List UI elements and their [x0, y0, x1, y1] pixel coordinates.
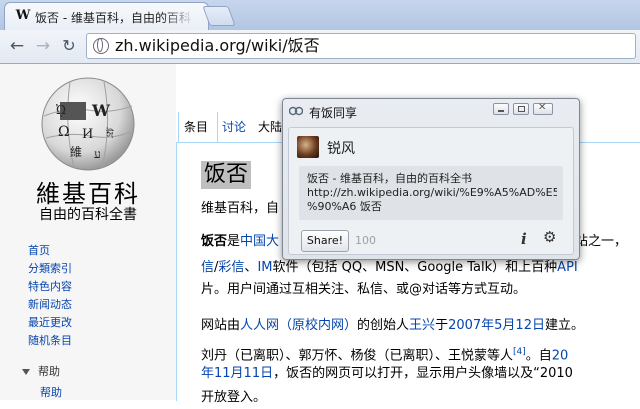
reload-icon[interactable]: ↻: [58, 35, 80, 57]
sidebar-item-random[interactable]: 随机条目: [28, 332, 72, 350]
url-text[interactable]: zh.wikipedia.org/wiki/饭否: [115, 35, 320, 57]
tab-article[interactable]: 条目: [184, 118, 208, 135]
link[interactable]: 年11月11日: [201, 366, 273, 381]
text: 网站由: [201, 318, 241, 333]
wikipedia-favicon-icon: W: [15, 8, 31, 23]
sidebar-item-help[interactable]: 帮助: [40, 384, 62, 400]
article-subtitle: 维基百科，自: [201, 201, 280, 216]
sidebar-nav: 首页 分類索引 特色内容 新闻动态 最近更改 随机条目: [28, 242, 72, 350]
text: 建立。: [544, 318, 584, 333]
back-arrow-icon[interactable]: ←: [6, 35, 28, 57]
svg-text:И: И: [82, 127, 93, 142]
tab-variant[interactable]: 大陆: [258, 118, 282, 135]
address-bar[interactable]: zh.wikipedia.org/wiki/饭否: [86, 33, 636, 59]
paragraph-2-line-1: 网站由人人网（原校内网）的创始人王兴于2007年5月12日建立。: [201, 315, 584, 337]
globe-icon: [93, 38, 109, 54]
char-count: 100: [355, 234, 376, 247]
maximize-button[interactable]: [513, 103, 529, 115]
link[interactable]: 2007年5月12日: [448, 318, 545, 333]
link[interactable]: 信: [201, 260, 214, 275]
paragraph-1-line-2: 信/彩信、IM软件（包括 QQ、MSN、Google Talk）和上百种API: [201, 257, 578, 279]
paragraph-2-line-4: 开放登入。: [201, 390, 267, 405]
text: 、: [244, 260, 258, 275]
tab-title: 饭否 - 维基百科，自由的百科: [35, 11, 191, 25]
share-button[interactable]: Share!: [301, 230, 349, 252]
page-title: 饭否: [201, 161, 252, 189]
message-text[interactable]: 饭否 - 维基百科，自由的百科全书 http://zh.wikipedia.or…: [307, 172, 557, 214]
tab-strip: W 饭否 - 维基百科，自由的百科: [0, 0, 640, 30]
info-icon[interactable]: i: [521, 230, 533, 248]
forward-arrow-icon[interactable]: →: [32, 35, 54, 57]
link[interactable]: 人人网（原校内网）: [240, 318, 357, 333]
svg-text:維: 維: [70, 145, 82, 159]
sidebar-item-news[interactable]: 新闻动态: [28, 296, 72, 314]
username: 锐风: [327, 141, 355, 157]
minimize-button[interactable]: [493, 103, 509, 115]
text: 的创始人: [357, 318, 410, 333]
sidebar-help-heading[interactable]: 帮助: [22, 363, 60, 379]
text: 是: [227, 234, 241, 249]
share-popup-window: 有饭同享 锐风 饭否 - 维基百科，自由的百科全书 http://zh.wiki…: [282, 98, 580, 260]
link[interactable]: IM: [257, 260, 272, 275]
svg-text:Ω: Ω: [58, 124, 70, 140]
link[interactable]: API: [557, 260, 578, 275]
collapse-triangle-icon: [22, 369, 30, 375]
browser-toolbar: ← → ↻ zh.wikipedia.org/wiki/饭否: [0, 30, 640, 64]
text: 。自: [525, 348, 552, 364]
sidebar-item-home[interactable]: 首页: [28, 242, 72, 260]
popup-title: 有饭同享: [309, 106, 358, 120]
browser-tab[interactable]: W 饭否 - 维基百科，自由的百科: [4, 2, 209, 30]
link[interactable]: 中国大: [240, 234, 279, 249]
sidebar-item-featured[interactable]: 特色内容: [28, 278, 72, 296]
popup-titlebar[interactable]: 有饭同享: [283, 99, 579, 123]
paragraph-2-line-3: 年11月11日，饭否的网页可以打开，显示用户头像墙以及“2010: [201, 363, 573, 385]
paragraph-1-line-3: 片。用户间通过互相关注、私信、或@对话等方式互动。: [201, 282, 527, 297]
link[interactable]: 王兴: [409, 318, 435, 333]
share-logo-icon: [289, 106, 303, 116]
link[interactable]: 20: [552, 348, 569, 363]
close-button[interactable]: [533, 102, 553, 115]
wiki-sidebar: ᾨ W Ω И ঈ 維 ע 維基百科 自由的百科全書 首页 分類索引 特色内容 …: [0, 64, 176, 400]
text: ，饭否的网页可以打开，显示用户头像墙以及“2010: [273, 366, 573, 381]
text: 站之一，: [575, 234, 628, 249]
link[interactable]: 彩信: [218, 260, 244, 275]
site-tagline: 自由的百科全書: [39, 207, 137, 223]
svg-text:W: W: [91, 101, 111, 120]
text: 刘丹（已离职）、郭万怀、杨俊（已离职）、王悦蒙等人: [201, 348, 514, 364]
svg-text:ᾨ: ᾨ: [56, 103, 66, 118]
tab-talk[interactable]: 讨论: [222, 118, 246, 135]
popup-body: 锐风 饭否 - 维基百科，自由的百科全书 http://zh.wikipedia…: [288, 127, 574, 255]
gear-icon[interactable]: ⚙: [543, 228, 559, 246]
help-heading-label: 帮助: [38, 365, 60, 378]
message-textarea[interactable]: 饭否 - 维基百科，自由的百科全书 http://zh.wikipedia.or…: [299, 166, 563, 220]
text: 于: [435, 318, 449, 333]
avatar: [297, 136, 319, 158]
text: 软件（包括 QQ、MSN、Google Talk）和上百种: [272, 260, 558, 275]
svg-text:ע: ע: [94, 147, 101, 161]
sidebar-item-recent-changes[interactable]: 最近更改: [28, 314, 72, 332]
sidebar-item-categories[interactable]: 分類索引: [28, 260, 72, 278]
bold-term: 饭否: [201, 234, 228, 249]
paragraph-1-line-1: 饭否是中国大 站之一，: [201, 231, 627, 253]
citation-link[interactable]: [4]: [513, 347, 526, 357]
svg-text:ঈ: ঈ: [105, 127, 114, 141]
